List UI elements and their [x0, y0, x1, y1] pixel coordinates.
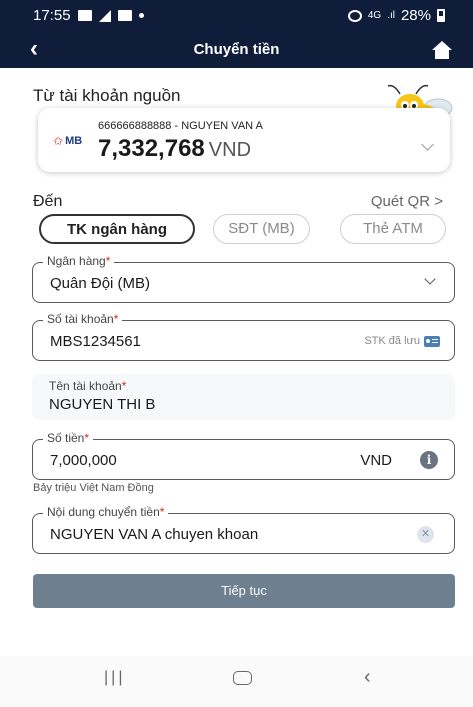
signal-icon: .ıl [387, 10, 395, 21]
network-type: 4G [367, 10, 382, 21]
contact-card-icon [424, 335, 440, 347]
notification-dot-icon [138, 13, 144, 18]
continue-button[interactable]: Tiếp tục [33, 574, 455, 608]
balance-currency: VND [208, 139, 252, 161]
amount-label: Số tiền [47, 431, 85, 445]
transfer-content-value: NGUYEN VAN A chuyen khoan [50, 526, 259, 543]
status-bar: 17:55 4G .ıl 28% [0, 0, 473, 32]
bank-label: Ngân hàng [47, 254, 106, 268]
clock: 17:55 [33, 7, 71, 24]
account-name-label: Tên tài khoản [49, 379, 122, 393]
battery-level: 28% [400, 7, 431, 24]
page-title: Chuyển tiền [193, 41, 280, 58]
bank-value: Quân Đội (MB) [50, 275, 151, 292]
system-navigation-bar: ||| ‹ [0, 656, 473, 707]
chevron-down-icon [421, 138, 434, 151]
clear-icon[interactable]: ✕ [417, 526, 434, 543]
transfer-content-label: Nội dung chuyển tiền [47, 505, 160, 519]
amount-field[interactable]: Số tiền* 7,000,000 VND i [32, 431, 455, 480]
home-button-icon[interactable] [233, 671, 252, 685]
home-icon[interactable] [431, 40, 453, 60]
account-name-value: NGUYEN THI B [49, 396, 156, 413]
app-header: ‹ Chuyển tiền [0, 32, 473, 68]
recent-apps-icon[interactable]: ||| [104, 669, 125, 687]
gallery-icon [77, 10, 92, 21]
tab-phone-mb[interactable]: SĐT (MB) [213, 214, 310, 244]
source-account-label: Từ tài khoản nguồn [33, 86, 181, 105]
star-icon: ✩ [53, 134, 64, 148]
account-number-field[interactable]: Số tài khoản* MBS1234561 STK đã lưu [32, 312, 455, 361]
message-icon [117, 10, 132, 21]
tab-atm-card[interactable]: Thẻ ATM [340, 214, 446, 244]
amount-value: 7,000,000 [50, 452, 117, 469]
location-icon [98, 9, 111, 22]
info-icon[interactable]: i [420, 451, 438, 469]
chevron-down-icon [424, 273, 436, 285]
scan-qr-link[interactable]: Quét QR > [371, 193, 443, 210]
account-name-field: Tên tài khoản* NGUYEN THI B [32, 374, 455, 420]
transfer-content-field[interactable]: Nội dung chuyển tiền* NGUYEN VAN A chuye… [32, 505, 455, 554]
saved-accounts-button[interactable]: STK đã lưu [364, 335, 440, 347]
account-number-value: MBS1234561 [50, 333, 141, 350]
battery-icon [437, 9, 445, 22]
system-back-icon[interactable]: ‹ [364, 666, 371, 689]
amount-in-words: Bảy triệu Việt Nam Đồng [33, 482, 154, 494]
source-account-card[interactable]: ✩ MB 666666888888 - NGUYEN VAN A 7,332,7… [38, 108, 450, 172]
account-balance: 7,332,768 VND [98, 135, 252, 162]
destination-tabs: TK ngân hàng SĐT (MB) Thẻ ATM [39, 214, 446, 244]
bank-select[interactable]: Ngân hàng* Quân Đội (MB) [32, 254, 455, 303]
tab-bank-account[interactable]: TK ngân hàng [39, 214, 195, 244]
destination-label: Đến [33, 193, 63, 210]
account-number-label: Số tài khoản [47, 312, 114, 326]
mb-bank-logo: ✩ MB [53, 134, 83, 148]
amount-currency: VND [360, 452, 392, 469]
source-account-number: 666666888888 - NGUYEN VAN A [98, 120, 263, 132]
alarm-icon [347, 9, 362, 22]
